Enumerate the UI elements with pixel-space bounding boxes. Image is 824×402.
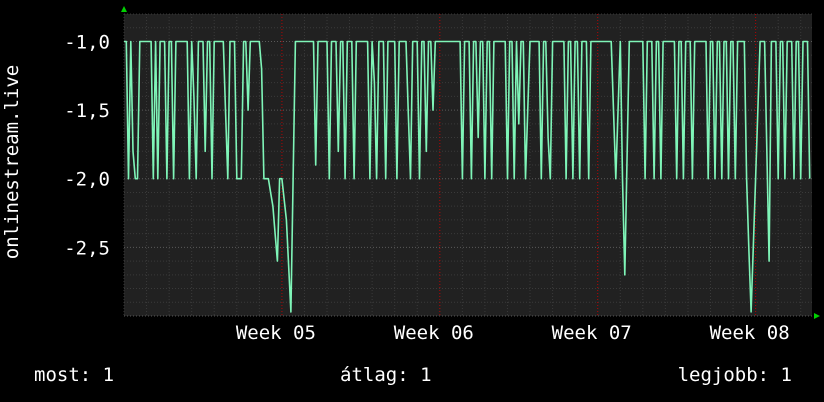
legend-average: átlag: 1 bbox=[340, 364, 432, 386]
x-tick-label: Week 08 bbox=[710, 322, 790, 344]
y-tick-label: -1,5 bbox=[64, 100, 110, 122]
y-tick-label: -2,5 bbox=[64, 237, 110, 259]
x-tick-label: Week 07 bbox=[552, 322, 632, 344]
chart: -1,0-1,5-2,0-2,5 Week 05 Week 06 Week 07 We… bbox=[64, 6, 820, 344]
y-axis-ticks: -1,0 -1,5 -2,0 -2,5 bbox=[64, 31, 110, 259]
y-tick-label: -1,0 bbox=[64, 31, 110, 53]
legend-best: legjobb: 1 bbox=[677, 364, 792, 386]
x-tick-label: Week 06 bbox=[394, 322, 474, 344]
x-axis-ticks: Week 05 Week 06 Week 07 Week 08 bbox=[236, 322, 790, 344]
legend-now: most: 1 bbox=[34, 364, 115, 386]
y-tick-label: -2,0 bbox=[64, 169, 110, 191]
x-tick-label: Week 05 bbox=[236, 322, 316, 344]
y-axis-arrow bbox=[121, 6, 127, 12]
x-axis-arrow bbox=[814, 313, 820, 319]
y-axis-label: onlinestream.live bbox=[1, 64, 23, 260]
